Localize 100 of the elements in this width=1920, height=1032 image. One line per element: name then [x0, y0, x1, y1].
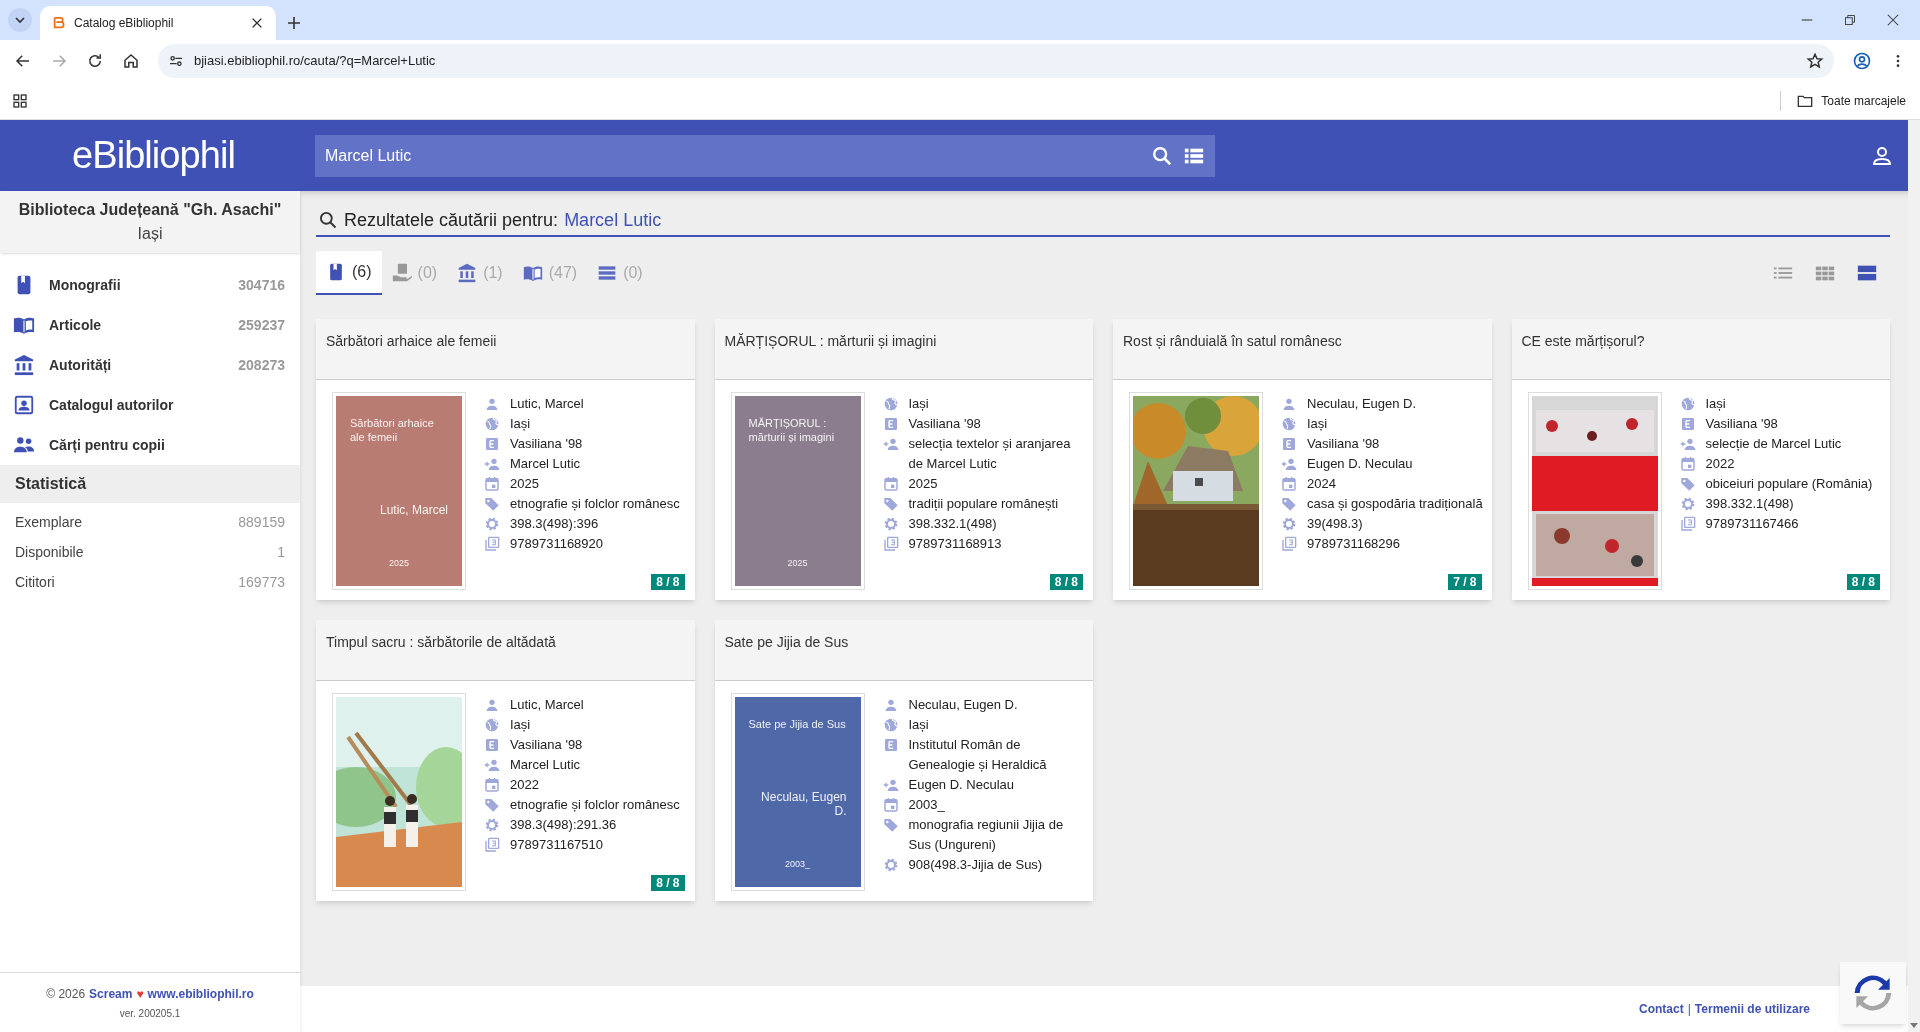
calendar-icon [1679, 456, 1696, 472]
globe-icon [882, 396, 899, 412]
new-tab-icon[interactable] [286, 15, 302, 31]
field-value: 908(498.3-Jijia de Sus) [908, 856, 1043, 874]
book-card[interactable] [714, 620, 1093, 901]
footer-link[interactable]: Contact [1639, 1000, 1684, 1018]
availability-badge: 8 / 8 [1049, 574, 1083, 590]
tag-icon [882, 496, 899, 512]
brand-link[interactable]: Scream [89, 984, 133, 1003]
field-value: tradiții populare românești [908, 495, 1059, 513]
browser-tab[interactable]: Catalog eBibliophil [40, 6, 276, 40]
restore-icon[interactable] [1844, 14, 1856, 26]
cover-author: Neculau, Eugen D. [760, 789, 847, 818]
field-value: selecție de Marcel Lutic [1705, 435, 1842, 453]
availability-badge: 7 / 8 [1448, 574, 1482, 590]
field-value: Marcel Lutic [510, 455, 581, 473]
address-bar[interactable]: bjiasi.ebibliophil.ro/cauta/?q=Marcel+Lutic [158, 44, 1834, 78]
publisher-icon [1679, 416, 1696, 432]
publisher-icon [882, 416, 899, 432]
field-value: 398.3(498):396 [510, 515, 599, 533]
book-card[interactable]: Timpul sacru : sărbătorile de altădată Lutic, Marcel Iași Vasiliana '98 Marcel Lutic 2022 etnografie și folclor românesc 398.3(498):291.36 9789731167510 8 / 8 [316, 620, 695, 901]
stat-label: Cititori [15, 572, 56, 592]
library-name: Biblioteca Județeană "Gh. Asachi" [18, 200, 282, 220]
home-icon[interactable] [122, 52, 140, 70]
field-value: Vasiliana '98 [510, 435, 583, 453]
book-title[interactable]: Sărbători arhaice ale femeii [326, 333, 497, 349]
captcha-badge[interactable] [1840, 962, 1906, 1024]
version-text: ver. 200205.1 [119, 1006, 181, 1021]
person-icon [484, 396, 500, 412]
person-add-icon [484, 757, 500, 773]
gear-icon [484, 817, 500, 833]
cover-year: 2003_ [784, 857, 811, 871]
stat-label: Exemplare [15, 512, 83, 532]
cover-title: Sărbători arhaice ale femeii [350, 416, 435, 444]
close-icon[interactable] [250, 16, 264, 30]
result-tab[interactable]: (6) [316, 251, 382, 295]
field-value: obiceiuri populare (România) [1705, 475, 1873, 493]
sidebar-item[interactable]: Autorități 208273 [0, 345, 300, 385]
book-title[interactable]: MĂRȚIȘORUL : mărturii și imagini [724, 333, 937, 349]
gear-icon [1679, 496, 1696, 512]
publisher-icon [484, 436, 500, 452]
book-title[interactable]: CE este mărțișorul? [1521, 333, 1645, 349]
book-title[interactable]: Rost și rânduială în satul românesc [1123, 333, 1342, 349]
field-value: Eugen D. Neculau [1307, 455, 1413, 473]
field-value: Vasiliana '98 [1705, 415, 1778, 433]
item-label: Monografii [49, 275, 122, 295]
field-value: 39(498.3) [1307, 515, 1363, 533]
stat-label: Disponibile [15, 542, 85, 562]
sidebar-item[interactable]: Monografii 304716 [0, 265, 300, 305]
institution-icon [13, 354, 35, 376]
cover-title: MĂRȚIȘORUL : mărturii și imagini [748, 416, 836, 444]
chevron-down-icon[interactable] [8, 8, 32, 32]
bookmarks-folder[interactable]: Toate marcajele [1797, 91, 1908, 110]
book-card[interactable]: Rost și rânduială în satul românesc Neculau, Eugen D. Iași Vasiliana '98 Eugen D. Neculau 2024 casa și gospodăria tradițională 39(498.3) 9789731168296 7 / 8 [1113, 319, 1492, 600]
book-card[interactable]: CE este mărțișorul? Iași Vasiliana '98 selecție de Marcel Lutic 2022 obiceiuri populare (România) 398.332.1(498) 9789731167466 8 / 8 [1511, 319, 1890, 600]
site-info-icon[interactable] [168, 53, 184, 69]
stat-value: 1 [277, 542, 285, 562]
calendar-icon [1281, 476, 1297, 492]
item-count: 259237 [238, 315, 286, 335]
site-link[interactable]: www.ebibliophil.ro [147, 984, 254, 1003]
institution-icon [457, 263, 478, 283]
apps-grid-icon[interactable] [12, 92, 28, 109]
book-card[interactable] [714, 319, 1093, 600]
stat-value: 889159 [238, 512, 285, 532]
star-icon[interactable] [1806, 52, 1824, 70]
field-value: monografia regiunii Jijia de Sus (Ungureni) [908, 816, 1065, 854]
reload-icon[interactable] [86, 52, 104, 70]
close-window-icon[interactable] [1886, 13, 1900, 27]
tag-icon [484, 496, 500, 512]
field-value: Iași [1307, 415, 1328, 433]
hand-book-icon [391, 263, 412, 283]
field-value: Vasiliana '98 [510, 736, 583, 754]
book-title[interactable]: Timpul sacru : sărbătorile de altădată [326, 634, 556, 650]
book-title[interactable]: Sate pe Jijia de Sus [724, 634, 849, 650]
logo[interactable]: eBibliophil [72, 127, 235, 184]
search-query: Marcel Lutic [564, 208, 662, 232]
search-bar[interactable]: Marcel Lutic [315, 134, 1215, 177]
book-card[interactable]: Sărbători arhaice ale femeii Sărbători arhaice ale femeii Lutic, Marcel 2025 Lutic, Marcel Iași Vasiliana '98 Marcel Lutic 2025 etnografie și folclor românesc 398.3(498):396 9789731168920 8 / 8 [316, 319, 695, 600]
field-value: 398.3(498):291.36 [510, 816, 617, 834]
back-icon[interactable] [14, 52, 32, 70]
search-icon [318, 210, 338, 230]
globe-icon [1281, 416, 1297, 432]
cover-year: 2025 [388, 556, 410, 570]
field-value: 398.332.1(498) [908, 515, 997, 533]
scroll-down-icon[interactable] [1909, 1020, 1919, 1030]
availability-badge: 8 / 8 [651, 574, 685, 590]
profile-icon[interactable] [1852, 51, 1872, 71]
globe-icon [484, 416, 500, 432]
footer-link[interactable]: Termenii de utilizare [1694, 1000, 1810, 1018]
search-field[interactable]: Marcel Lutic [325, 143, 1151, 168]
field-value: Vasiliana '98 [908, 415, 981, 433]
tag-icon [882, 817, 899, 833]
search-icon[interactable] [1151, 144, 1173, 167]
item-label: Autorități [49, 355, 113, 375]
sidebar-item[interactable]: Catalogul autorilor [0, 385, 300, 425]
stacked-pages-icon [1281, 536, 1297, 552]
sidebar-item[interactable]: Cărți pentru copii [0, 425, 300, 465]
sidebar-item[interactable]: Articole 259237 [0, 305, 300, 345]
item-label: Articole [49, 315, 103, 335]
publisher-icon [1281, 436, 1297, 452]
